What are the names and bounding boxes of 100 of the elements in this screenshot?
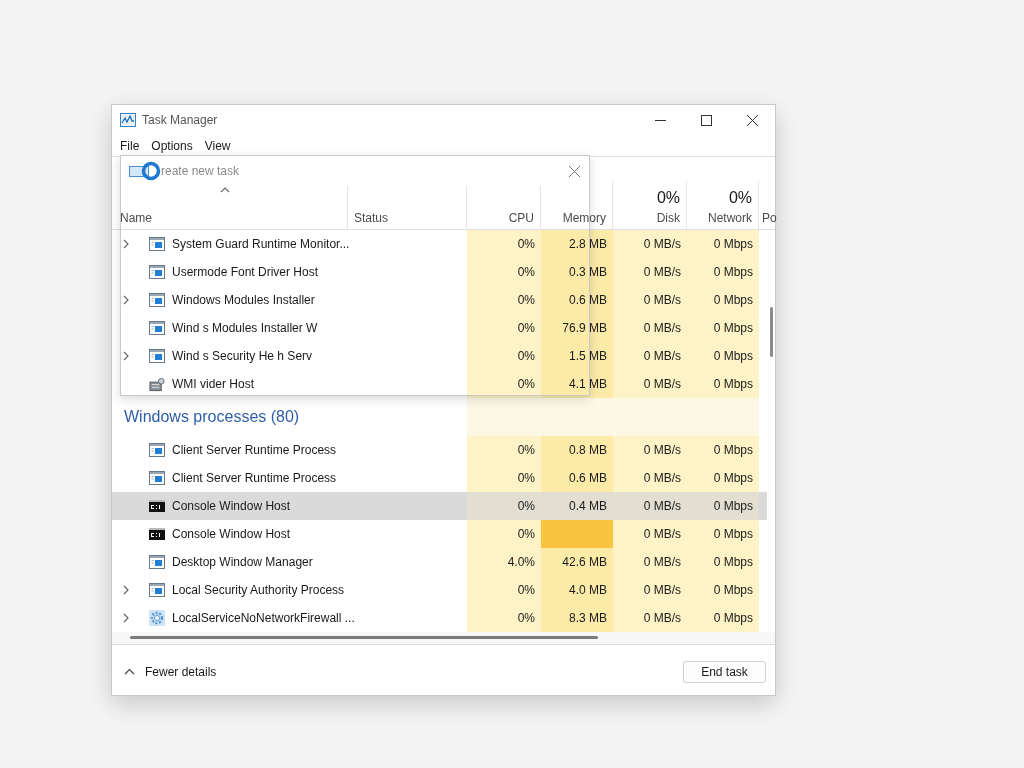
console-icon <box>149 528 165 540</box>
cpu-cell: 0% <box>467 258 541 286</box>
cpu-cell: 0% <box>467 492 541 520</box>
app-window-icon <box>149 293 165 307</box>
disk-cell: 0 MB/s <box>613 370 687 398</box>
process-name: Client Server Runtime Process <box>172 443 337 457</box>
disk-cell: 0 MB/s <box>613 604 687 632</box>
window-title: Task Manager <box>142 113 219 127</box>
memory-cell: 76.9 MB <box>541 314 613 342</box>
chevron-right-icon[interactable] <box>122 585 130 595</box>
cpu-cell: 0% <box>467 436 541 464</box>
cpu-cell: 4.0% <box>467 548 541 576</box>
app-window-icon <box>149 237 165 251</box>
disk-cell: 0 MB/s <box>613 230 687 258</box>
cpu-cell: 0% <box>467 604 541 632</box>
app-window-icon <box>149 265 165 279</box>
process-row[interactable]: Client Server Runtime Process 0% 0.6 MB 0 MB/s 0 Mbps <box>112 464 767 492</box>
process-row[interactable]: Local Security Authority Process 0% 4.0 MB 0 MB/s 0 Mbps <box>112 576 767 604</box>
group-row[interactable]: Windows processes (80) <box>112 398 767 436</box>
cpu-cell: 0% <box>467 464 541 492</box>
network-cell: 0 Mbps <box>687 258 759 286</box>
column-total: 0% <box>656 189 680 207</box>
memory-cell: 1.5 MB <box>541 342 613 370</box>
process-row[interactable]: Console Window Host 0% 0.4 MB 0 MB/s 0 Mbps <box>112 492 767 520</box>
process-name: Console Window Host <box>172 499 291 513</box>
network-cell: 0 Mbps <box>687 370 759 398</box>
chevron-right-icon[interactable] <box>122 239 130 249</box>
process-row[interactable]: Wind s Security He h Serv 0% 1.5 MB 0 MB/s 0 Mbps <box>112 342 767 370</box>
disk-cell: 0 MB/s <box>613 464 687 492</box>
memory-cell: 42.6 MB <box>541 548 613 576</box>
disk-cell: 0 MB/s <box>613 576 687 604</box>
process-name: Usermode Font Driver Host <box>172 265 319 279</box>
app-window-icon <box>149 349 165 363</box>
process-row[interactable]: Wind s Modules Installer W 0% 76.9 MB 0 MB/s 0 Mbps <box>112 314 767 342</box>
process-name: System Guard Runtime Monitor... <box>172 237 350 251</box>
process-name: Wind s Modules Installer W <box>172 321 318 335</box>
network-cell: 0 Mbps <box>687 520 759 548</box>
disk-cell: 0 MB/s <box>613 342 687 370</box>
process-row[interactable]: Usermode Font Driver Host 0% 0.3 MB 0 MB/s 0 Mbps <box>112 258 767 286</box>
network-cell: 0 Mbps <box>687 314 759 342</box>
chevron-right-icon[interactable] <box>122 295 130 305</box>
process-name: Local Security Authority Process <box>172 583 345 597</box>
network-cell: 0 Mbps <box>687 548 759 576</box>
fewer-details-toggle[interactable]: Fewer details <box>124 664 683 679</box>
disk-cell: 0 MB/s <box>613 314 687 342</box>
horizontal-scrollbar[interactable] <box>112 632 775 644</box>
memory-cell: 8.3 MB <box>541 604 613 632</box>
memory-cell: 4.0 MB <box>541 576 613 604</box>
process-row[interactable]: LocalServiceNoNetworkFirewall ... 0% 8.3 MB 0 MB/s 0 Mbps <box>112 604 767 632</box>
process-name: LocalServiceNoNetworkFirewall ... <box>172 611 355 625</box>
column-label: Name <box>120 211 152 225</box>
column-header[interactable]: Po <box>759 181 775 229</box>
process-name: Windows Modules Installer <box>172 293 315 307</box>
process-name: Console Window Host <box>172 527 291 541</box>
app-window-icon <box>149 583 165 597</box>
chevron-right-icon[interactable] <box>122 613 130 623</box>
disk-cell: 0 MB/s <box>613 436 687 464</box>
network-cell: 0 Mbps <box>687 286 759 314</box>
process-row[interactable]: Console Window Host 0% 0 MB/s 0 Mbps <box>112 520 767 548</box>
network-cell: 0 Mbps <box>687 230 759 258</box>
memory-cell: 0.4 MB <box>541 492 613 520</box>
process-name: Wind s Security He h Serv <box>172 349 313 363</box>
network-cell: 0 Mbps <box>687 436 759 464</box>
disk-cell: 0 MB/s <box>613 286 687 314</box>
process-row[interactable]: Desktop Window Manager 4.0% 42.6 MB 0 MB/s 0 Mbps <box>112 548 767 576</box>
gear-icon <box>149 610 165 626</box>
minimize-icon <box>654 119 666 121</box>
column-label: Network <box>708 211 752 225</box>
menu-item[interactable]: Options <box>145 138 199 153</box>
disk-cell: 0 MB/s <box>613 492 687 520</box>
process-name: Client Server Runtime Process <box>172 471 337 485</box>
memory-cell: 4.1 MB <box>541 370 613 398</box>
process-row[interactable]: Windows Modules Installer 0% 0.6 MB 0 MB/s 0 Mbps <box>112 286 767 314</box>
chevron-right-icon[interactable] <box>122 351 130 361</box>
maximize-icon <box>700 114 712 126</box>
network-cell: 0 Mbps <box>687 342 759 370</box>
disk-cell: 0 MB/s <box>613 520 687 548</box>
cpu-cell: 0% <box>467 520 541 548</box>
process-name: WMI vider Host <box>172 377 254 391</box>
process-name: Desktop Window Manager <box>172 555 313 569</box>
memory-cell: 0.6 MB <box>541 464 613 492</box>
menu-item[interactable]: File <box>114 138 146 153</box>
close-icon <box>746 114 758 126</box>
end-task-button[interactable]: End task <box>683 660 766 683</box>
disk-cell: 0 MB/s <box>613 258 687 286</box>
menu-item[interactable]: View <box>198 138 237 153</box>
cpu-cell: 0% <box>467 286 541 314</box>
memory-cell: 0.6 MB <box>541 286 613 314</box>
process-row[interactable]: WMI vider Host 0% 4.1 MB 0 MB/s 0 Mbps <box>112 370 767 398</box>
sort-caret-icon <box>220 187 230 193</box>
caret-up-icon <box>124 668 135 675</box>
network-cell: 0 Mbps <box>687 464 759 492</box>
process-row[interactable]: System Guard Runtime Monitor... 0% 2.8 MB 0 MB/s 0 Mbps <box>112 230 767 258</box>
column-label: Disk <box>656 211 680 225</box>
memory-cell: 0.8 MB <box>541 436 613 464</box>
dialog-title: reate new task <box>161 164 241 178</box>
close-icon[interactable] <box>569 165 580 177</box>
memory-cell: 2.8 MB <box>541 230 613 258</box>
process-row[interactable]: Client Server Runtime Process 0% 0.8 MB 0 MB/s 0 Mbps <box>112 436 767 464</box>
cpu-cell: 0% <box>467 370 541 398</box>
